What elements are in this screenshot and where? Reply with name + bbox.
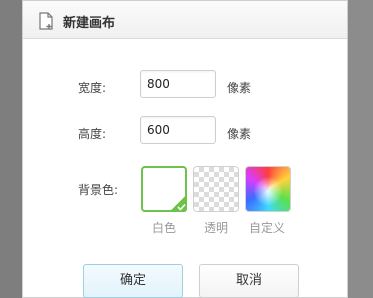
background-custom-label: 自定义 [249,221,286,235]
new-canvas-dialog: 新建画布 宽度: 像素 高度: 像素 背景色: 白色 透明 自定义 确定 取消 [22,0,348,298]
backdrop-left [0,0,22,298]
ok-button[interactable]: 确定 [83,264,183,298]
dialog-title: 新建画布 [63,16,116,31]
width-input[interactable] [140,70,216,98]
background-custom-option[interactable] [245,166,291,212]
background-white-label: 白色 [152,221,177,235]
background-label: 背景色: [78,183,119,197]
checkmark-icon [169,194,187,212]
width-unit: 像素 [227,81,252,95]
height-unit: 像素 [227,127,252,141]
backdrop-right [348,0,373,298]
background-transparent-label: 透明 [204,221,229,235]
height-label: 高度: [78,127,107,141]
new-document-icon [39,12,53,30]
dialog-titlebar: 新建画布 [23,1,347,39]
height-input[interactable] [140,116,216,144]
background-white-option[interactable] [141,166,187,212]
cancel-button[interactable]: 取消 [199,264,299,298]
background-transparent-option[interactable] [193,166,239,212]
width-label: 宽度: [78,81,107,95]
